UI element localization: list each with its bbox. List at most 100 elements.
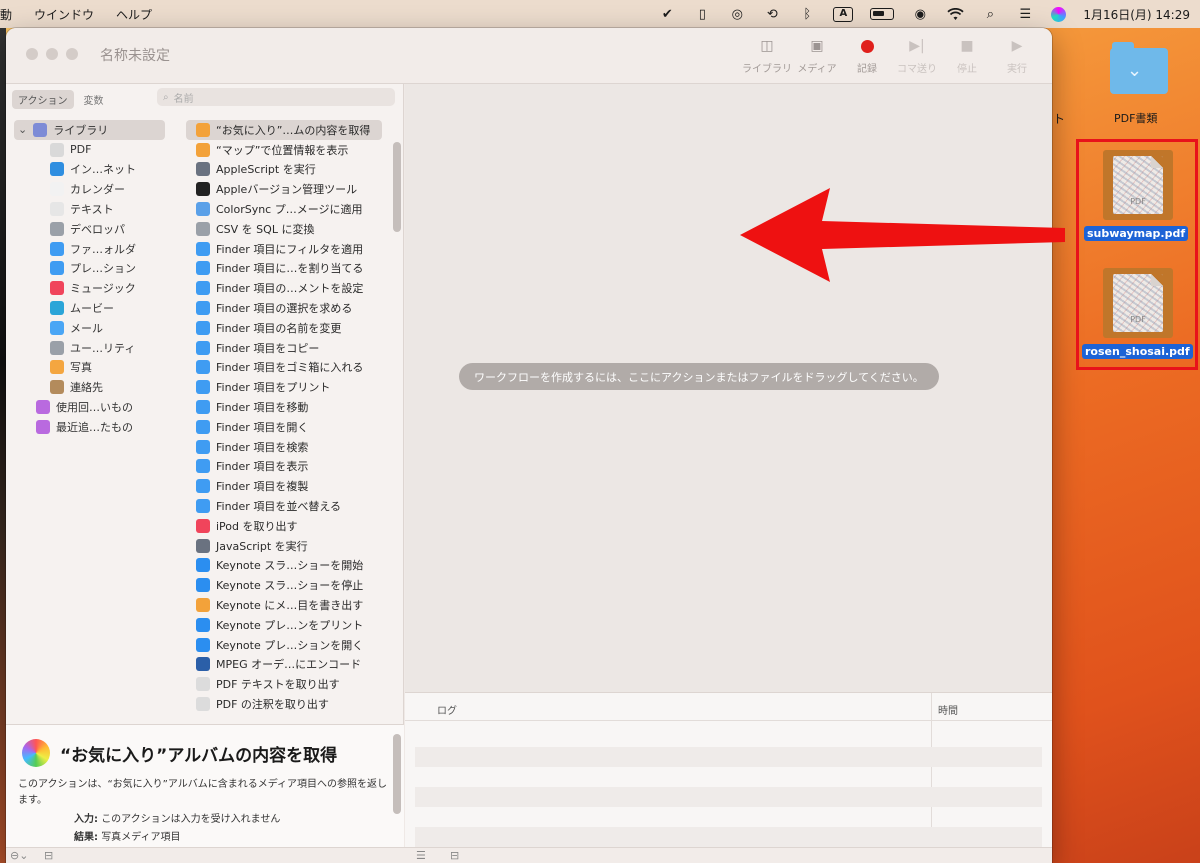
menu-clock[interactable]: 1月16日(月) 14:29 xyxy=(1083,6,1190,23)
step-button[interactable]: ▶︎| コマ送り xyxy=(892,37,942,75)
library-category[interactable]: ミュージック xyxy=(14,278,178,298)
search-field[interactable]: ⌕ 名前 xyxy=(157,88,395,106)
library-category[interactable]: イン…ネット xyxy=(14,160,178,180)
time-machine-icon[interactable]: ⟲ xyxy=(763,6,781,22)
library-category[interactable]: PDF xyxy=(14,140,178,160)
user-icon[interactable]: ◉ xyxy=(911,6,929,22)
library-category[interactable]: 写真 xyxy=(14,358,178,378)
action-item[interactable]: Finder 項目を複製 xyxy=(186,476,382,496)
pdf-file-icon[interactable]: PDF xyxy=(1103,150,1173,220)
file-label-rosen-shosai[interactable]: rosen_shosai.pdf xyxy=(1082,344,1193,359)
action-item[interactable]: PDF テキストを取り出す xyxy=(186,674,382,694)
chevron-down-icon[interactable]: ⌄ xyxy=(18,123,27,136)
action-item[interactable]: ColorSync プ…メージに適用 xyxy=(186,199,382,219)
library-category[interactable]: ムービー xyxy=(14,298,178,318)
minimize-window-button[interactable] xyxy=(46,48,58,60)
action-item[interactable]: Finder 項目を並べ替える xyxy=(186,496,382,516)
record-button[interactable]: 記録 xyxy=(842,37,892,75)
action-label: Keynote プレ…ンをプリント xyxy=(216,618,364,632)
document-icon[interactable]: ▯ xyxy=(693,6,711,22)
library-category[interactable]: 使用回…いもの xyxy=(14,397,178,417)
window-controls xyxy=(26,48,78,60)
category-label: ライブラリ xyxy=(53,123,109,137)
workflow-area[interactable]: ワークフローを作成するには、ここにアクションまたはファイルをドラッグしてください… xyxy=(405,84,1052,692)
action-icon xyxy=(196,419,210,434)
action-item[interactable]: Finder 項目を開く xyxy=(186,417,382,437)
list-view-icon[interactable]: ☰ xyxy=(416,849,426,862)
options-menu-icon[interactable]: ⊖⌄ xyxy=(10,849,28,862)
record-label: 記録 xyxy=(857,64,877,75)
library-category[interactable]: 最近追…たもの xyxy=(14,417,178,437)
action-item[interactable]: Keynote プレ…ションを開く xyxy=(186,635,382,655)
tab-variables[interactable]: 変数 xyxy=(78,90,110,109)
action-icon xyxy=(196,518,210,533)
action-item[interactable]: Finder 項目をコピー xyxy=(186,338,382,358)
input-source-icon[interactable]: A xyxy=(833,6,854,22)
action-item[interactable]: AppleScript を実行 xyxy=(186,160,382,180)
menu-item-move[interactable]: 動 xyxy=(0,6,12,23)
desktop-folder[interactable]: ⌄ xyxy=(1110,42,1170,98)
action-item[interactable]: Keynote にメ…目を書き出す xyxy=(186,595,382,615)
control-center-icon[interactable]: ☰ xyxy=(1016,6,1034,22)
library-category[interactable]: ファ…ォルダ xyxy=(14,239,178,259)
action-icon xyxy=(196,657,210,672)
action-item[interactable]: PDF の注釈を取り出す xyxy=(186,694,382,714)
split-view-icon[interactable]: ⊟ xyxy=(450,849,459,862)
action-item[interactable]: Finder 項目に…を割り当てる xyxy=(186,259,382,279)
action-item[interactable]: Finder 項目にフィルタを適用 xyxy=(186,239,382,259)
action-list-scrollbar[interactable] xyxy=(393,142,401,232)
action-item[interactable]: CSV を SQL に変換 xyxy=(186,219,382,239)
pdf-file-icon[interactable]: PDF xyxy=(1103,268,1173,338)
siri-icon[interactable] xyxy=(1051,6,1067,22)
library-category[interactable]: ⌄ ライブラリ xyxy=(14,120,165,140)
checklist-icon[interactable]: ✔ xyxy=(658,6,676,22)
action-item[interactable]: Appleバージョン管理ツール xyxy=(186,179,382,199)
action-item[interactable]: Finder 項目を検索 xyxy=(186,437,382,457)
action-item[interactable]: “マップ”で位置情報を表示 xyxy=(186,140,382,160)
library-category[interactable]: デベロッパ xyxy=(14,219,178,239)
action-item[interactable]: MPEG オーデ…にエンコード xyxy=(186,655,382,675)
library-category[interactable]: 連絡先 xyxy=(14,377,178,397)
stop-button[interactable]: ■ 停止 xyxy=(942,37,992,75)
media-button[interactable]: ▣ メディア xyxy=(792,37,842,75)
action-item[interactable]: Finder 項目をゴミ箱に入れる xyxy=(186,358,382,378)
battery-icon[interactable] xyxy=(870,8,895,20)
library-category[interactable]: メール xyxy=(14,318,178,338)
action-label: Finder 項目を複製 xyxy=(216,480,309,494)
bluetooth-icon[interactable]: ᛒ xyxy=(798,6,816,22)
action-item[interactable]: “お気に入り”…ムの内容を取得 xyxy=(186,120,382,140)
action-item[interactable]: Finder 項目をプリント xyxy=(186,377,382,397)
action-item[interactable]: iPod を取り出す xyxy=(186,516,382,536)
action-item[interactable]: Finder 項目を移動 xyxy=(186,397,382,417)
action-item[interactable]: Keynote スラ…ショーを開始 xyxy=(186,556,382,576)
file-label-subwaymap[interactable]: subwaymap.pdf xyxy=(1084,226,1189,241)
action-label: Keynote にメ…目を書き出す xyxy=(216,599,364,613)
action-item[interactable]: Finder 項目の…メントを設定 xyxy=(186,278,382,298)
action-item[interactable]: Finder 項目の選択を求める xyxy=(186,298,382,318)
action-item[interactable]: Keynote プレ…ンをプリント xyxy=(186,615,382,635)
wifi-icon[interactable] xyxy=(946,6,964,22)
action-item[interactable]: Keynote スラ…ショーを停止 xyxy=(186,575,382,595)
log-column-header[interactable]: ログ xyxy=(437,702,457,717)
search-icon[interactable]: ⌕ xyxy=(981,6,999,22)
time-column-header[interactable]: 時間 xyxy=(938,702,958,717)
zoom-window-button[interactable] xyxy=(66,48,78,60)
library-category[interactable]: ユー…リティ xyxy=(14,338,178,358)
library-category[interactable]: カレンダー xyxy=(14,179,178,199)
run-button[interactable]: ▶ 実行 xyxy=(992,37,1042,75)
action-icon xyxy=(196,340,210,355)
airplay-icon[interactable]: ◎ xyxy=(728,6,746,22)
tab-actions[interactable]: アクション xyxy=(12,90,74,109)
library-button[interactable]: ◫ ライブラリ xyxy=(742,37,792,75)
close-window-button[interactable] xyxy=(26,48,38,60)
category-label: カレンダー xyxy=(70,183,125,197)
menu-item-window[interactable]: ウインドウ xyxy=(34,6,94,23)
action-item[interactable]: Finder 項目の名前を変更 xyxy=(186,318,382,338)
description-toggle-icon[interactable]: ⊟ xyxy=(44,849,53,862)
library-category[interactable]: テキスト xyxy=(14,199,178,219)
menu-item-help[interactable]: ヘルプ xyxy=(116,6,152,23)
description-scrollbar[interactable] xyxy=(393,734,401,814)
library-category[interactable]: プレ…ション xyxy=(14,259,178,279)
action-item[interactable]: Finder 項目を表示 xyxy=(186,457,382,477)
action-item[interactable]: JavaScript を実行 xyxy=(186,536,382,556)
